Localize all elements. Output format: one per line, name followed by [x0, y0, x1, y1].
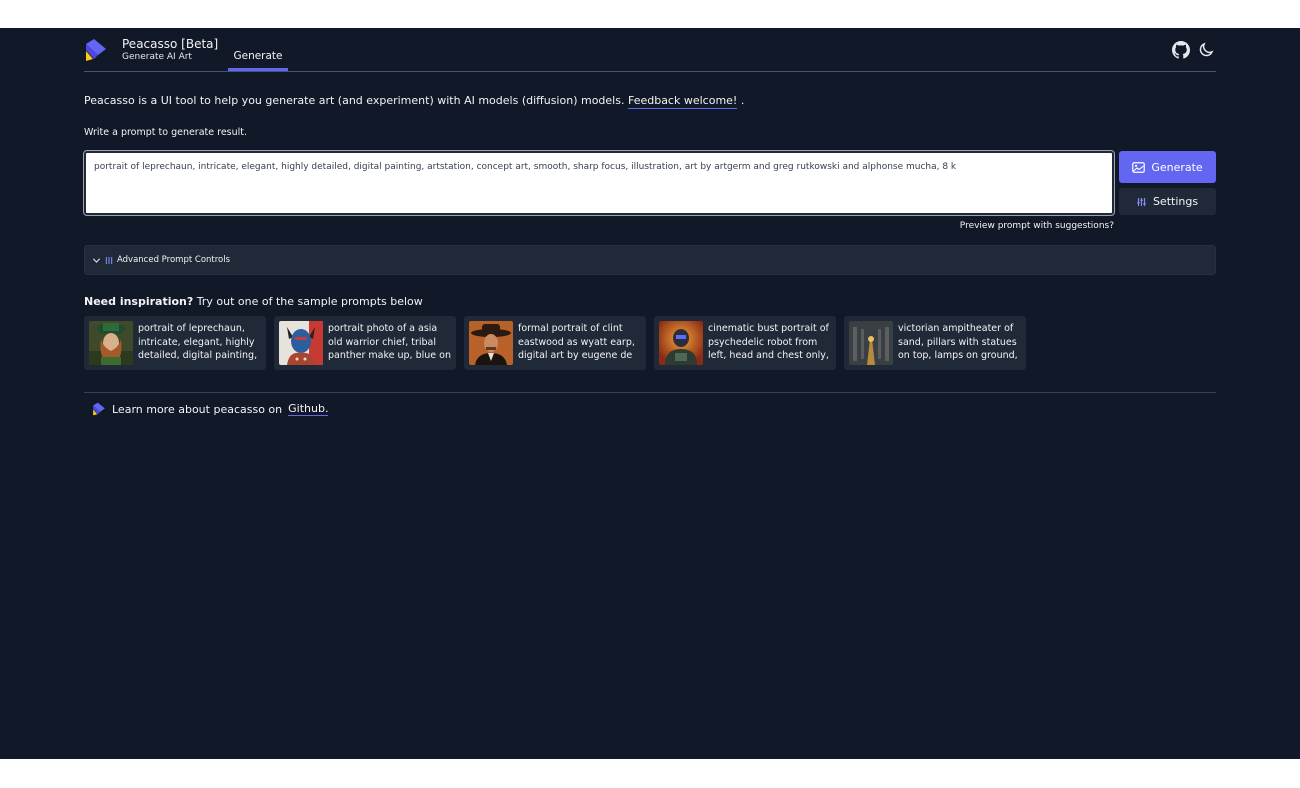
- github-icon[interactable]: [1172, 41, 1190, 59]
- app-root: Peacasso [Beta] Generate AI Art Generate…: [0, 28, 1300, 759]
- github-link[interactable]: Github.: [288, 402, 329, 416]
- inspiration-subtext: Try out one of the sample prompts below: [193, 295, 423, 308]
- sample-thumbnail-warrior-chief: [279, 321, 323, 365]
- chevron-down-icon: [92, 257, 101, 263]
- inspiration-heading: Need inspiration? Try out one of the sam…: [84, 295, 1216, 308]
- sample-thumbnail-cowboy: [469, 321, 513, 365]
- intro-description: Peacasso is a UI tool to help you genera…: [84, 94, 625, 107]
- prompt-textarea[interactable]: portrait of leprechaun, intricate, elega…: [83, 150, 1115, 216]
- inspiration-title: Need inspiration?: [84, 295, 194, 308]
- sample-prompt-card[interactable]: formal portrait of clint eastwood as wya…: [464, 316, 646, 370]
- sample-prompt-card[interactable]: victorian ampitheater of sand, pillars w…: [844, 316, 1026, 370]
- app-subtitle: Generate AI Art: [122, 52, 192, 62]
- intro-text: Peacasso is a UI tool to help you genera…: [84, 94, 1216, 109]
- settings-button-label: Settings: [1152, 195, 1199, 208]
- sample-prompt-card[interactable]: cinematic bust portrait of psychedelic r…: [654, 316, 836, 370]
- moon-icon[interactable]: [1197, 41, 1215, 59]
- footer-divider: [84, 392, 1216, 393]
- footer: Learn more about peacasso on Github.: [92, 401, 329, 417]
- sample-prompt-card[interactable]: portrait of leprechaun, intricate, elega…: [84, 316, 266, 370]
- prompt-label: Write a prompt to generate result.: [84, 127, 248, 138]
- sliders-icon: [1137, 197, 1146, 206]
- sample-prompt-card[interactable]: portrait photo of a asia old warrior chi…: [274, 316, 456, 370]
- footer-text: Learn more about peacasso on: [112, 402, 283, 416]
- preview-prompt-link[interactable]: Preview prompt with suggestions?: [900, 221, 1114, 231]
- intro-trailing: .: [740, 94, 745, 107]
- sliders-icon: [105, 256, 113, 264]
- sample-prompt-text: portrait photo of a asia old warrior chi…: [328, 323, 451, 361]
- sample-thumbnail-robot: [659, 321, 703, 365]
- sample-thumbnail-ampitheater: [849, 321, 893, 365]
- sample-prompt-text: victorian ampitheater of sand, pillars w…: [898, 323, 1018, 361]
- app-title: Peacasso [Beta]: [122, 37, 219, 51]
- sample-prompt-text: portrait of leprechaun, intricate, elega…: [138, 323, 258, 361]
- generate-button-label: Generate: [1151, 160, 1203, 174]
- peacasso-logo-icon: [93, 402, 105, 416]
- sample-prompt-text: formal portrait of clint eastwood as wya…: [518, 323, 635, 361]
- settings-button[interactable]: Settings: [1119, 188, 1216, 215]
- tab-generate[interactable]: Generate: [228, 49, 288, 71]
- peacasso-logo-icon: [86, 39, 106, 61]
- sample-thumbnail-leprechaun: [89, 321, 133, 365]
- advanced-prompt-controls-toggle[interactable]: Advanced Prompt Controls: [84, 245, 1216, 275]
- top-nav: Peacasso [Beta] Generate AI Art Generate: [84, 28, 1216, 72]
- advanced-prompt-controls-label: Advanced Prompt Controls: [117, 255, 231, 265]
- generate-button[interactable]: Generate: [1119, 151, 1216, 183]
- image-icon: [1132, 161, 1146, 173]
- feedback-link[interactable]: Feedback welcome!: [627, 94, 738, 109]
- sample-prompt-text: cinematic bust portrait of psychedelic r…: [708, 323, 829, 361]
